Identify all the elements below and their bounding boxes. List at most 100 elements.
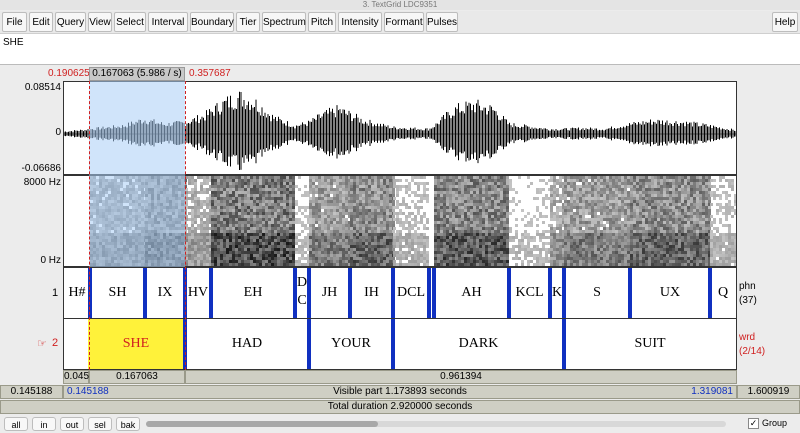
menu-spectrum[interactable]: Spectrum bbox=[262, 12, 306, 32]
menu-intensity[interactable]: Intensity bbox=[338, 12, 382, 32]
spectrogram-cell bbox=[321, 203, 324, 206]
spectrogram-cell bbox=[470, 215, 473, 218]
spectrogram-cell bbox=[405, 245, 408, 248]
spectrogram-cell bbox=[437, 197, 440, 200]
spectrogram-cell bbox=[446, 218, 449, 221]
spectrogram-cell bbox=[408, 188, 411, 191]
spectrogram-cell bbox=[461, 230, 464, 233]
spectrogram-cell bbox=[479, 236, 482, 239]
menu-query[interactable]: Query bbox=[55, 12, 86, 32]
spectrogram-cell bbox=[437, 203, 440, 206]
spectrogram-cell bbox=[414, 191, 417, 194]
spectrogram-cell bbox=[494, 230, 497, 233]
spectrogram-cell bbox=[374, 260, 377, 263]
spectrogram-cell bbox=[244, 230, 247, 233]
menu-help[interactable]: Help bbox=[772, 12, 798, 32]
spectrogram-cell bbox=[426, 236, 429, 239]
spectrogram-cell bbox=[570, 191, 573, 194]
spectrogram-cell bbox=[256, 215, 259, 218]
spectrogram-cell bbox=[350, 260, 353, 263]
spectrogram-cell bbox=[550, 260, 553, 263]
selection-duration-bar[interactable]: 0.167063 (5.986 / s) bbox=[89, 67, 185, 81]
spectrogram-cell bbox=[226, 212, 229, 215]
spectrogram-cell bbox=[250, 263, 253, 266]
menu-formant[interactable]: Formant bbox=[384, 12, 424, 32]
spectrogram-cell bbox=[194, 209, 197, 212]
spectrogram-cell bbox=[353, 221, 356, 224]
spectrogram-cell bbox=[476, 224, 479, 227]
spectrogram-cell bbox=[362, 245, 365, 248]
spectrogram-cell bbox=[309, 203, 312, 206]
spectrogram-cell bbox=[191, 182, 194, 185]
menu-pitch[interactable]: Pitch bbox=[308, 12, 336, 32]
spectrogram-cell bbox=[211, 257, 214, 260]
menu-view[interactable]: View bbox=[88, 12, 112, 32]
spectrogram-cell bbox=[627, 182, 630, 185]
spectrogram-cell bbox=[241, 215, 244, 218]
spectrogram-cell bbox=[330, 257, 333, 260]
spectrogram-cell bbox=[298, 251, 301, 254]
spectrogram-cell bbox=[485, 227, 488, 230]
spectrogram-cell bbox=[232, 257, 235, 260]
menu-pulses[interactable]: Pulses bbox=[426, 12, 458, 32]
spectrogram-cell bbox=[545, 242, 548, 245]
spectrogram-cell bbox=[194, 185, 197, 188]
menu-tier[interactable]: Tier bbox=[236, 12, 260, 32]
spectrogram-cell bbox=[411, 176, 414, 179]
spectrogram-cell bbox=[624, 191, 627, 194]
spectrogram-cell bbox=[440, 251, 443, 254]
spectrogram-cell bbox=[214, 182, 217, 185]
spectrogram-cell bbox=[244, 245, 247, 248]
spectrogram-cell bbox=[464, 245, 467, 248]
spectrogram-cell bbox=[197, 212, 200, 215]
spectrogram-cell bbox=[420, 242, 423, 245]
spectrogram-cell bbox=[365, 215, 368, 218]
spectrogram-cell bbox=[211, 254, 214, 257]
spectrogram-cell bbox=[399, 260, 402, 263]
spectrogram-cell bbox=[217, 230, 220, 233]
spectrogram-cell bbox=[235, 188, 238, 191]
spectrogram-cell bbox=[191, 194, 194, 197]
menu-interval[interactable]: Interval bbox=[148, 12, 188, 32]
spectrogram-cell bbox=[536, 245, 539, 248]
spectrogram-cell bbox=[229, 185, 232, 188]
spectrogram-cell bbox=[423, 260, 426, 263]
menu-select[interactable]: Select bbox=[114, 12, 146, 32]
menu-edit[interactable]: Edit bbox=[29, 12, 53, 32]
menu-boundary[interactable]: Boundary bbox=[190, 12, 234, 32]
spectrogram-cell bbox=[191, 221, 194, 224]
menu-file[interactable]: File bbox=[2, 12, 27, 32]
spectrogram-cell bbox=[488, 185, 491, 188]
spectrogram-cell bbox=[359, 227, 362, 230]
spectrogram-cell bbox=[553, 188, 556, 191]
spectrogram-cell bbox=[191, 254, 194, 257]
spectrogram-cell bbox=[458, 263, 461, 266]
spectrogram-cell bbox=[292, 182, 295, 185]
spectrogram-cell bbox=[588, 188, 591, 191]
spectrogram-cell bbox=[232, 251, 235, 254]
spectrogram-cell bbox=[298, 206, 301, 209]
spectrogram-cell bbox=[362, 179, 365, 182]
spectrogram-cell bbox=[420, 215, 423, 218]
spectrogram-cell bbox=[194, 257, 197, 260]
spectrogram-cell bbox=[244, 200, 247, 203]
spectrogram-cell bbox=[461, 236, 464, 239]
spectrogram-cell bbox=[461, 260, 464, 263]
spectrogram-cell bbox=[455, 185, 458, 188]
spectrogram-cell bbox=[396, 218, 399, 221]
spectrogram-cell bbox=[318, 197, 321, 200]
spectrogram-cell bbox=[318, 185, 321, 188]
spectrogram-cell bbox=[553, 203, 556, 206]
spectrogram-cell bbox=[440, 194, 443, 197]
spectrogram-cell bbox=[309, 182, 312, 185]
spectrogram-cell bbox=[449, 191, 452, 194]
spectrogram-cell bbox=[342, 236, 345, 239]
spectrogram-cell bbox=[497, 218, 500, 221]
spectrogram-cell bbox=[542, 221, 545, 224]
spectrogram-cell bbox=[350, 227, 353, 230]
spectrogram-cell bbox=[330, 236, 333, 239]
interval-text-field[interactable]: SHE bbox=[0, 34, 800, 65]
spectrogram-cell bbox=[371, 182, 374, 185]
spectrogram-cell bbox=[333, 176, 336, 179]
spectrogram-cell bbox=[440, 242, 443, 245]
